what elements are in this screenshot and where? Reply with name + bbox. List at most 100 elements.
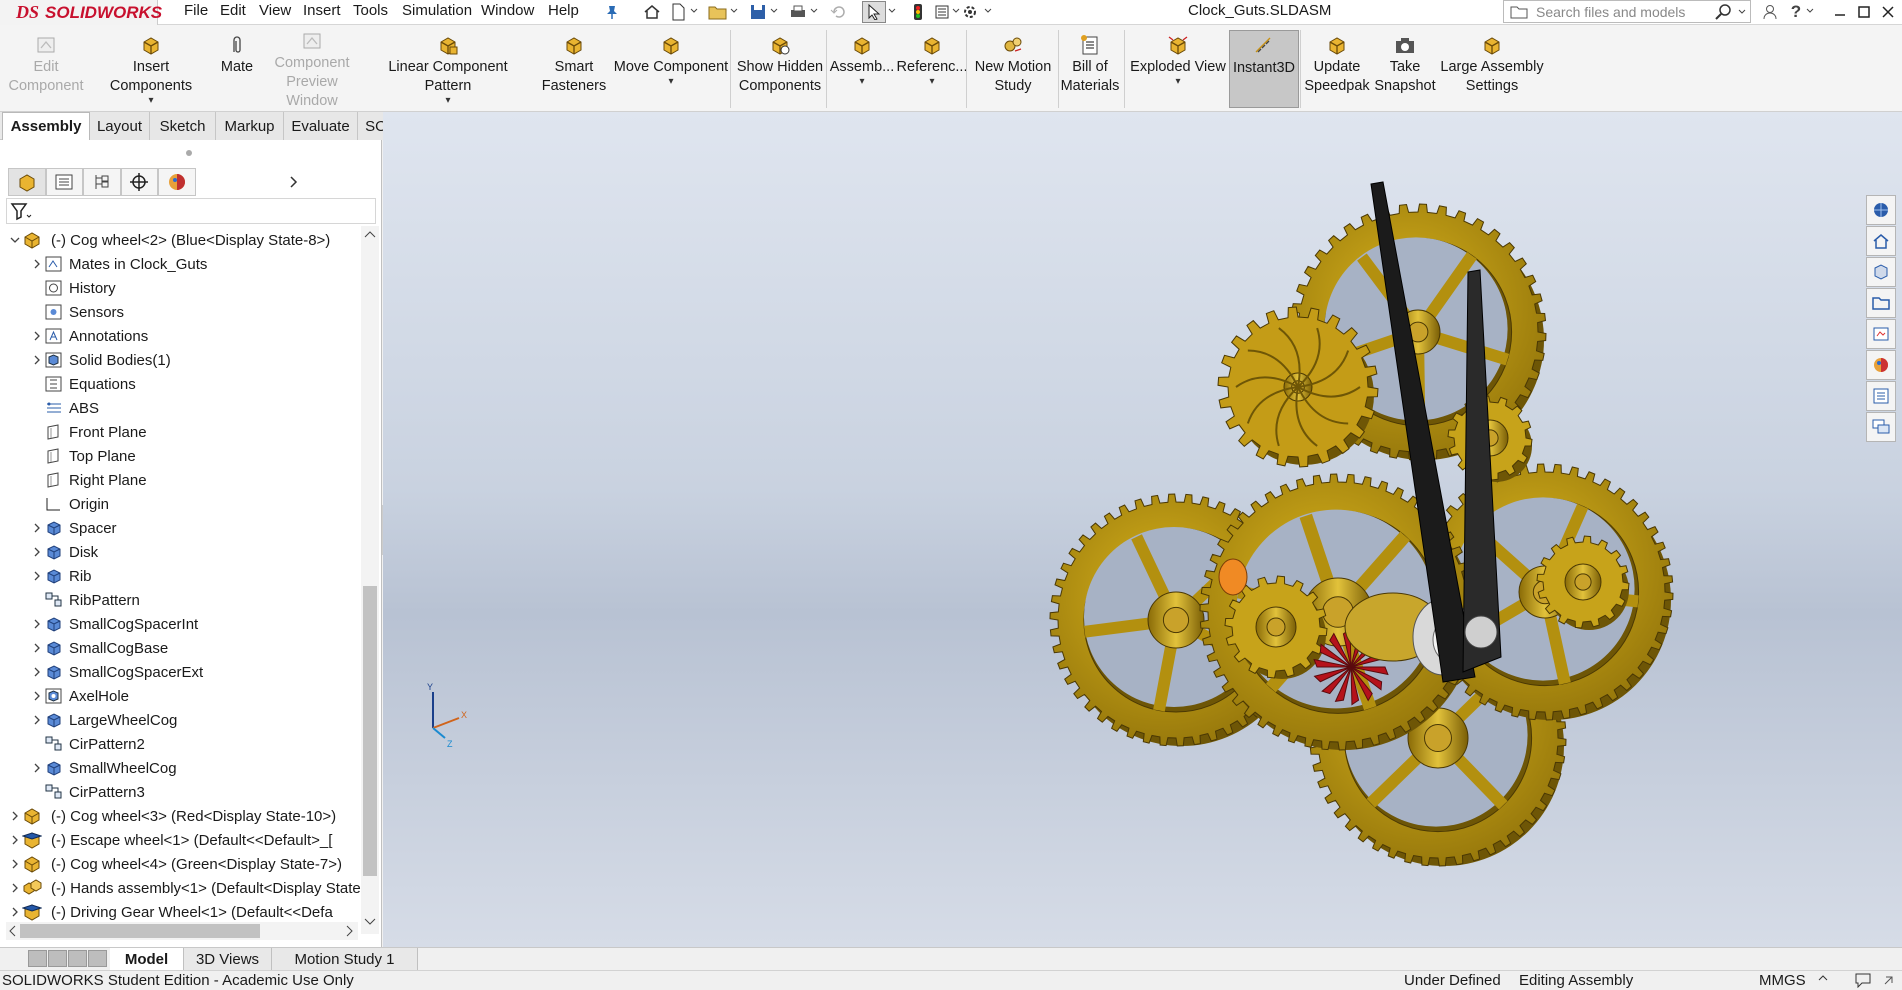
options-gear-icon[interactable] <box>958 1 982 23</box>
menu-view[interactable]: View <box>259 2 291 19</box>
tree-item[interactable]: Mates in Clock_Guts <box>30 252 207 276</box>
first-tab-icon[interactable] <box>28 950 47 967</box>
chat-bubble-icon[interactable] <box>1854 972 1872 988</box>
featuremanager-tab[interactable] <box>8 168 46 196</box>
tree-horizontal-scrollbar[interactable] <box>6 922 358 940</box>
view-palette-icon[interactable] <box>1866 319 1896 349</box>
chevron-down-icon[interactable]: ▾ <box>1175 77 1180 87</box>
scroll-down-icon[interactable] <box>362 916 378 928</box>
chevron-down-icon[interactable] <box>810 7 818 15</box>
clock-gear-model[interactable]: Y X Z <box>383 112 1902 947</box>
chevron-down-icon[interactable] <box>888 7 896 15</box>
instant3d-button[interactable]: Instant3D <box>1229 30 1299 108</box>
undo-icon[interactable] <box>826 1 850 23</box>
tree-item[interactable]: AxelHole <box>30 684 129 708</box>
tab-layout[interactable]: Layout <box>90 112 150 140</box>
chevron-down-icon[interactable] <box>8 233 22 247</box>
panel-grip-icon[interactable] <box>186 150 192 156</box>
show-hidden-components-button[interactable]: Show Hidden Components <box>733 30 827 108</box>
filter-funnel-icon[interactable] <box>10 202 32 222</box>
component-preview-window-button[interactable]: Component Preview Window <box>262 30 362 109</box>
menu-simulation[interactable]: Simulation <box>402 2 472 19</box>
assemb-button[interactable]: Assemb... ▾ <box>828 30 896 108</box>
chevron-right-icon[interactable] <box>30 545 44 559</box>
tree-item[interactable]: Rib <box>30 564 92 588</box>
scroll-up-icon[interactable] <box>362 228 378 240</box>
previous-tab-icon[interactable] <box>48 950 67 967</box>
tree-item[interactable]: (-) Cog wheel<3> (Red<Display State-10>) <box>8 804 336 828</box>
tree-item[interactable]: Right Plane <box>30 468 147 492</box>
tree-filter[interactable] <box>6 198 376 224</box>
tree-item[interactable]: Origin <box>30 492 109 516</box>
chevron-right-icon[interactable] <box>30 713 44 727</box>
chevron-down-icon[interactable]: ▾ <box>668 77 673 87</box>
status-expand-icon[interactable] <box>1882 972 1894 988</box>
new-motion-study-button[interactable]: New Motion Study <box>968 30 1058 108</box>
tree-item[interactable]: Front Plane <box>30 420 147 444</box>
print-icon[interactable] <box>786 1 810 23</box>
large-assembly-settings-button[interactable]: Large Assembly Settings <box>1437 30 1547 108</box>
configurationmanager-tab[interactable] <box>83 168 121 196</box>
dimxpert-tab[interactable] <box>120 168 159 196</box>
scroll-right-icon[interactable] <box>344 925 354 937</box>
chevron-right-icon[interactable] <box>289 168 308 196</box>
tree-item[interactable]: ABS <box>30 396 99 420</box>
file-explorer-icon[interactable] <box>1866 288 1896 318</box>
chevron-right-icon[interactable] <box>8 881 22 895</box>
forum-icon[interactable] <box>1866 412 1896 442</box>
traffic-light-icon[interactable] <box>906 1 930 23</box>
tree-item[interactable]: LargeWheelCog <box>30 708 177 732</box>
file-properties-icon[interactable] <box>930 1 954 23</box>
tree-vertical-scrollbar[interactable] <box>361 226 379 934</box>
chevron-down-icon[interactable]: ▾ <box>148 96 153 106</box>
chevron-right-icon[interactable] <box>30 641 44 655</box>
edit-component-button[interactable]: Edit Component <box>0 30 92 108</box>
tree-item[interactable]: Spacer <box>30 516 117 540</box>
take-snapshot-button[interactable]: Take Snapshot <box>1374 30 1436 108</box>
referenc-button[interactable]: Referenc... ▾ <box>897 30 967 108</box>
tree-item[interactable]: RibPattern <box>30 588 140 612</box>
tree-item[interactable]: Annotations <box>30 324 148 348</box>
chevron-down-icon[interactable] <box>1806 7 1814 15</box>
tree-item[interactable]: (-) Cog wheel<2> (Blue<Display State-8>) <box>8 228 330 252</box>
chevron-right-icon[interactable] <box>30 257 44 271</box>
tree-item[interactable]: Disk <box>30 540 98 564</box>
tree-item[interactable]: CirPattern3 <box>30 780 145 804</box>
select-cursor-icon[interactable] <box>862 1 886 23</box>
chevron-down-icon[interactable] <box>690 7 698 15</box>
tab-evaluate[interactable]: Evaluate <box>284 112 358 140</box>
chevron-right-icon[interactable] <box>8 857 22 871</box>
chevron-right-icon[interactable] <box>8 833 22 847</box>
search-box[interactable]: Search files and models <box>1503 0 1751 23</box>
menu-insert[interactable]: Insert <box>303 2 341 19</box>
home-icon[interactable] <box>640 1 664 23</box>
propertymanager-tab[interactable] <box>45 168 84 196</box>
update-speedpak-button[interactable]: Update Speedpak <box>1302 30 1372 108</box>
graphics-viewport[interactable]: Y X Z <box>383 112 1902 947</box>
chevron-right-icon[interactable] <box>30 521 44 535</box>
tree-item[interactable]: CirPattern2 <box>30 732 145 756</box>
chevron-right-icon[interactable] <box>30 761 44 775</box>
move-component-button[interactable]: Move Component ▾ <box>610 30 732 108</box>
search-input[interactable]: Search files and models <box>1536 4 1685 20</box>
bill-of-materials-button[interactable]: Bill of Materials <box>1060 30 1120 108</box>
tab-assembly[interactable]: Assembly <box>2 112 90 140</box>
hscrollbar-thumb[interactable] <box>20 924 260 938</box>
tree-item[interactable]: SmallCogBase <box>30 636 168 660</box>
solidworks-logo[interactable]: DS SOLIDWORKS <box>0 0 162 25</box>
chevron-up-icon[interactable] <box>1818 972 1828 984</box>
chevron-right-icon[interactable] <box>30 569 44 583</box>
home-icon[interactable] <box>1866 226 1896 256</box>
menu-tools[interactable]: Tools <box>353 2 388 19</box>
search-icon[interactable] <box>1714 3 1732 21</box>
minimize-icon[interactable] <box>1828 1 1852 23</box>
tree-item[interactable]: History <box>30 276 116 300</box>
save-icon[interactable] <box>746 1 770 23</box>
tree-item[interactable]: SmallCogSpacerInt <box>30 612 198 636</box>
last-tab-icon[interactable] <box>88 950 107 967</box>
chevron-down-icon[interactable] <box>730 7 738 15</box>
smart-fasteners-button[interactable]: Smart Fasteners <box>532 30 616 108</box>
bottom-tab-3d-views[interactable]: 3D Views <box>184 948 272 970</box>
linear-component-pattern-button[interactable]: Linear Component Pattern ▾ <box>366 30 530 108</box>
chevron-down-icon[interactable] <box>984 7 992 15</box>
